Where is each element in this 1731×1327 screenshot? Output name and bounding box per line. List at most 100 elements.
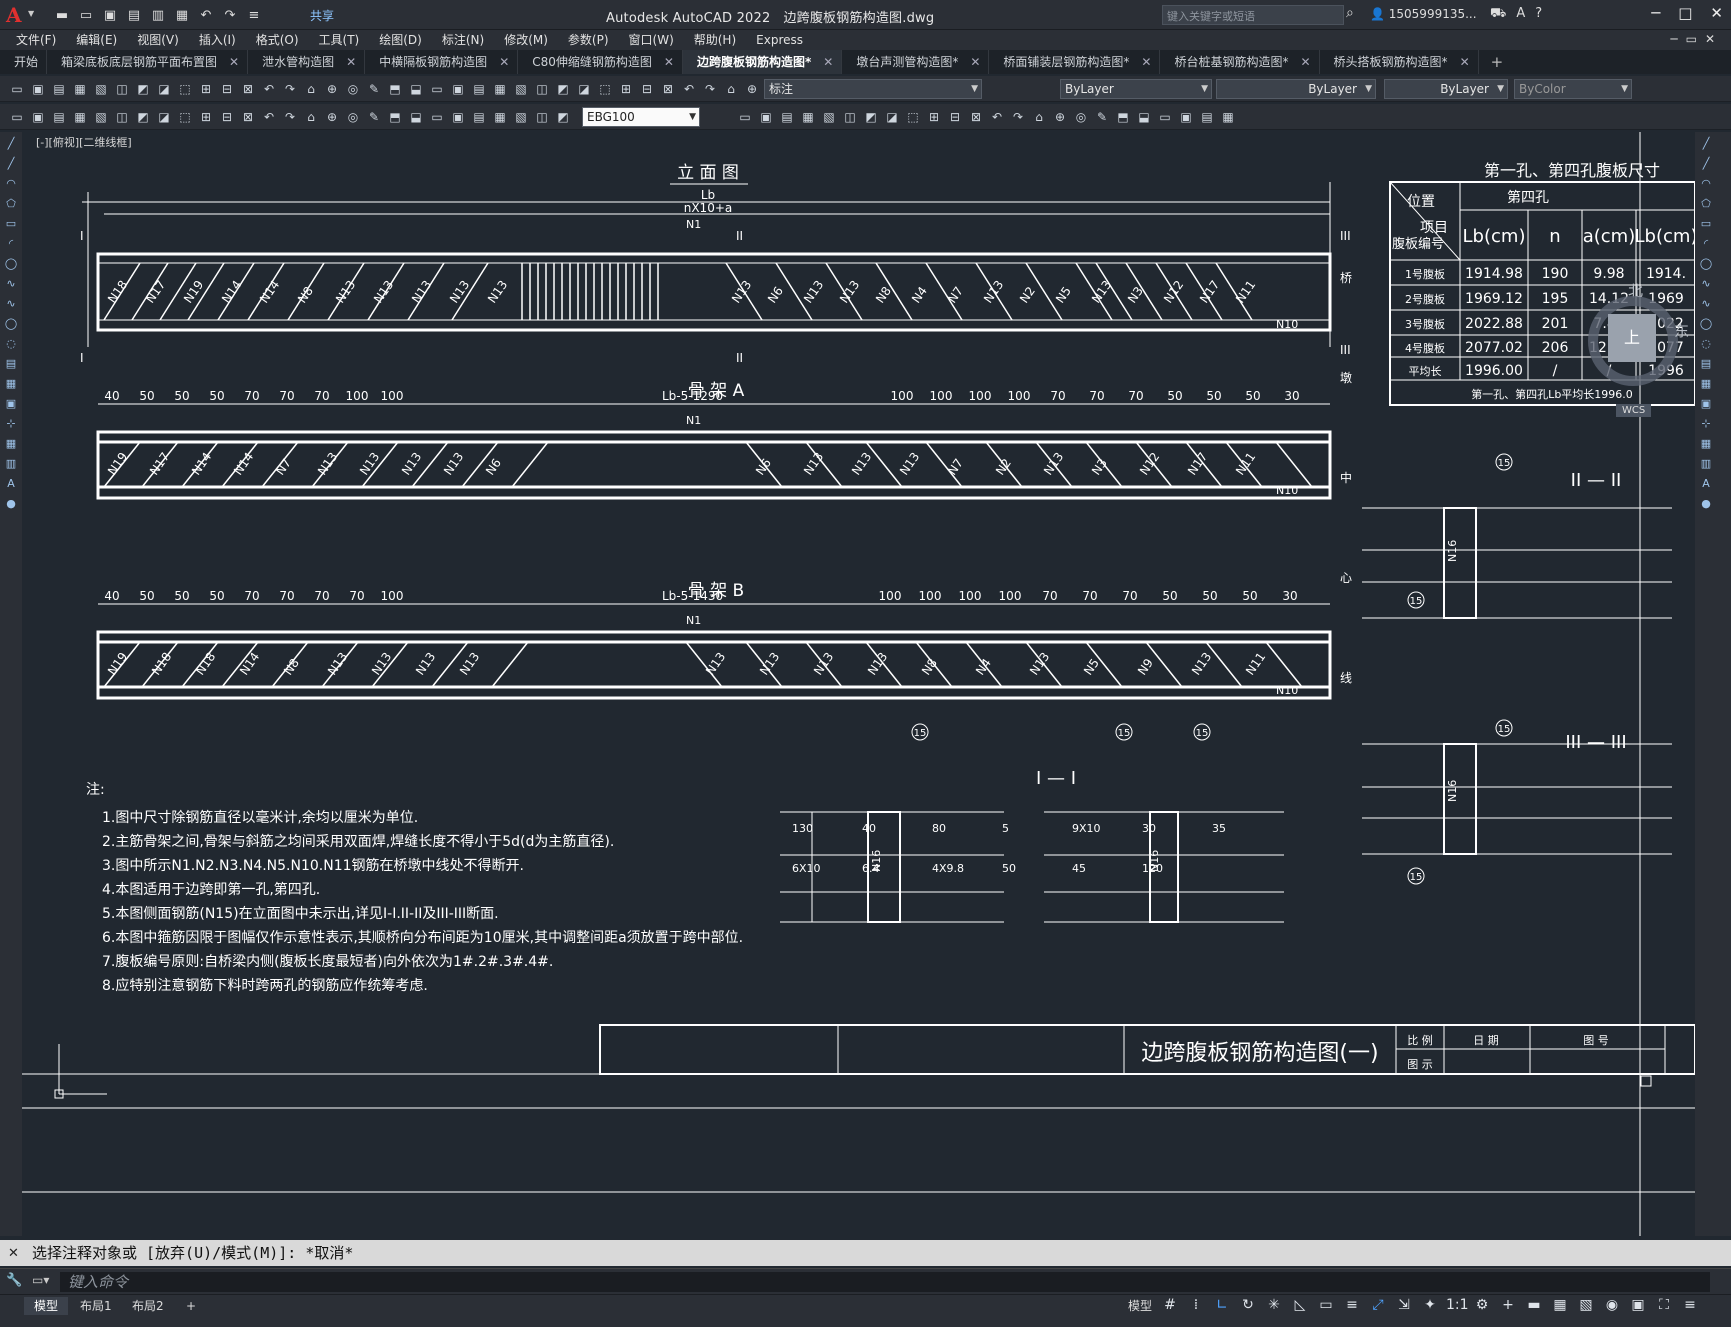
menu-modify[interactable]: 修改(M) [504,30,562,50]
menu-file[interactable]: 文件(F) [16,30,70,50]
toolbar-tool-icon[interactable]: ◪ [155,108,173,126]
toolbar-tool-icon[interactable]: ◎ [1072,108,1090,126]
palette-tool-icon[interactable]: ▦ [1698,376,1714,392]
tab-doc[interactable]: 墩台声测管构造图* ✕ [842,50,990,74]
toolbar-tool-icon[interactable]: ⊞ [617,80,635,98]
palette-tool-icon[interactable]: ◠ [3,176,19,192]
lineweight-icon[interactable]: ≡ [1342,1297,1362,1313]
toolbar-tool-icon[interactable]: ▣ [449,108,467,126]
toolbar-tool-icon[interactable]: ✎ [365,80,383,98]
toolbar-tool-icon[interactable]: ↶ [988,108,1006,126]
toolbar-tool-icon[interactable]: ⊟ [218,108,236,126]
toolbar-tool-icon[interactable]: ⊟ [638,80,656,98]
wcs-menu[interactable]: WCS [1616,404,1652,417]
color-dropdown[interactable]: ByLayer ▼ [1060,79,1212,99]
palette-tool-icon[interactable]: ▦ [1698,436,1714,452]
palette-tool-icon[interactable]: ⊹ [1698,416,1714,432]
isodraft-icon[interactable]: ✳ [1264,1297,1284,1313]
tab-doc[interactable]: C80伸缩缝钢筋构造图 ✕ [518,50,683,74]
palette-tool-icon[interactable]: ▣ [1698,396,1714,412]
toolbar-tool-icon[interactable]: ▧ [92,80,110,98]
autodesk-app-icon[interactable]: A [1516,6,1525,23]
toolbar-tool-icon[interactable]: ⊠ [239,108,257,126]
toolbar-tool-icon[interactable]: ◎ [344,108,362,126]
add-layout-icon[interactable]: + [176,1297,206,1315]
annotation-scale-icon[interactable]: 1:1 [1446,1297,1469,1313]
palette-tool-icon[interactable]: ∿ [1698,276,1714,292]
palette-tool-icon[interactable]: ⊹ [3,416,19,432]
command-prompt-icon[interactable]: ▭▾ [32,1273,49,1287]
menu-view[interactable]: 视图(V) [137,30,193,50]
toolbar-tool-icon[interactable]: ▭ [428,80,446,98]
toolbar-tool-icon[interactable]: ⬓ [407,80,425,98]
tab-doc[interactable]: 桥头搭板钢筋构造图* ✕ [1320,50,1479,74]
toolbar-tool-icon[interactable]: ▤ [470,108,488,126]
toolbar-tool-icon[interactable]: ▧ [512,80,530,98]
toolbar-tool-icon[interactable]: ◩ [134,108,152,126]
command-input[interactable]: 键入命令 [60,1272,1710,1292]
menu-express[interactable]: Express [756,30,817,50]
model-space-button[interactable]: 模型 [1118,1297,1162,1315]
tab-doc[interactable]: 桥面铺装层钢筋构造图* ✕ [989,50,1161,74]
toolbar-tool-icon[interactable]: ↶ [680,80,698,98]
toolbar-tool-icon[interactable]: ▣ [29,80,47,98]
undo-icon[interactable]: ↶ [196,5,216,25]
toolbar-tool-icon[interactable]: ⬚ [176,108,194,126]
toolbar-tool-icon[interactable]: ▭ [428,108,446,126]
selection-cycling-icon[interactable]: ⇲ [1394,1297,1414,1313]
toolbar-tool-icon[interactable]: ⊕ [323,80,341,98]
palette-tool-icon[interactable]: ▣ [3,396,19,412]
save-icon[interactable]: ▣ [100,5,120,25]
toolbar-tool-icon[interactable]: ⊞ [197,80,215,98]
menu-insert[interactable]: 插入(I) [199,30,250,50]
toolbar-tool-icon[interactable]: ▭ [736,108,754,126]
menu-help[interactable]: 帮助(H) [694,30,750,50]
toolbar-tool-icon[interactable]: ⌂ [1030,108,1048,126]
isolate-icon[interactable]: ◉ [1602,1297,1622,1313]
tab-start[interactable]: 开始 [0,50,48,74]
menu-parametric[interactable]: 参数(P) [568,30,623,50]
app-menu-arrow-icon[interactable]: ▼ [28,9,34,18]
toolbar-tool-icon[interactable]: ▭ [8,108,26,126]
toolbar-tool-icon[interactable]: ▣ [1177,108,1195,126]
toolbar-tool-icon[interactable]: ▤ [50,108,68,126]
toolbar-tool-icon[interactable]: ▭ [1156,108,1174,126]
palette-tool-icon[interactable]: ╱ [1698,156,1714,172]
customize-icon[interactable]: ≡ [244,5,264,25]
menu-tools[interactable]: 工具(T) [319,30,374,50]
toolbar-tool-icon[interactable]: ⬓ [1135,108,1153,126]
viewcube-top[interactable]: 上 [1608,314,1656,362]
search-input[interactable]: 键入关键字或短语 [1162,5,1344,25]
toolbar-tool-icon[interactable]: ⬒ [386,80,404,98]
toolbar-tool-icon[interactable]: ▦ [71,80,89,98]
close-tab-icon[interactable]: ✕ [823,50,833,74]
toolbar-tool-icon[interactable]: ▤ [1198,108,1216,126]
toolbar-tool-icon[interactable]: ⌂ [722,80,740,98]
toolbar-tool-icon[interactable]: ⊞ [197,108,215,126]
cart-icon[interactable]: ⛟ [1490,6,1506,23]
palette-tool-icon[interactable]: ▥ [1698,456,1714,472]
toolbar-tool-icon[interactable]: ◪ [575,80,593,98]
menu-window[interactable]: 窗口(W) [629,30,688,50]
menu-format[interactable]: 格式(O) [256,30,313,50]
fullscreen-icon[interactable]: ⛶ [1654,1297,1674,1313]
palette-tool-icon[interactable]: ∿ [3,296,19,312]
toolbar-tool-icon[interactable]: ↷ [1009,108,1027,126]
quick-properties-icon[interactable]: ▦ [1550,1297,1570,1313]
close-tab-icon[interactable]: ✕ [499,50,509,74]
toolbar-tool-icon[interactable]: ⊕ [323,108,341,126]
snap-icon[interactable]: ⁞ [1186,1297,1206,1313]
toolbar-tool-icon[interactable]: ↶ [260,108,278,126]
new-file-icon[interactable]: ▬ [52,5,72,25]
layer-dropdown[interactable]: 标注 ▼ [764,79,982,99]
toolbar-tool-icon[interactable]: ◩ [134,80,152,98]
toolbar-tool-icon[interactable]: ⬒ [386,108,404,126]
maximize-icon[interactable]: □ [1678,4,1692,22]
close-tab-icon[interactable]: ✕ [346,50,356,74]
viewcube-east[interactable]: 东 [1674,320,1689,341]
close-tab-icon[interactable]: ✕ [1141,50,1151,74]
toolbar-tool-icon[interactable]: ◫ [533,80,551,98]
viewcube[interactable]: 北 上 东 WCS [1570,280,1690,430]
minimize-icon[interactable]: ─ [1651,4,1660,22]
toolbar-tool-icon[interactable]: ▧ [92,108,110,126]
